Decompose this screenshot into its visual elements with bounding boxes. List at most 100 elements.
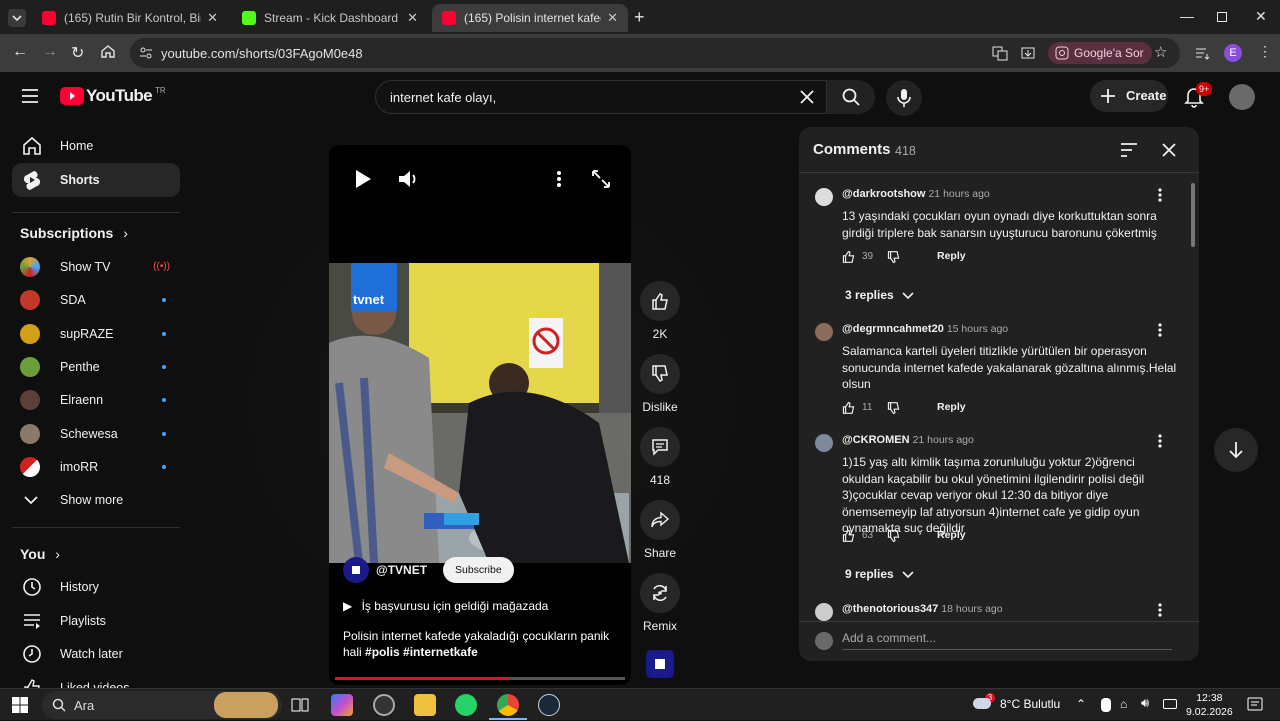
remix-button[interactable]: Remix <box>640 573 680 633</box>
sidebar-item-home[interactable]: Home <box>12 129 180 163</box>
commenter-avatar[interactable] <box>815 188 833 206</box>
browser-tab-2[interactable]: Stream - Kick Dashboard ✕ <box>232 4 428 32</box>
thumbs-up-icon[interactable] <box>842 529 855 542</box>
share-button[interactable]: Share <box>640 500 680 560</box>
steam-icon[interactable] <box>538 694 560 716</box>
thumbs-up-icon[interactable] <box>842 250 855 263</box>
voice-search-button[interactable] <box>886 80 922 116</box>
search-input[interactable]: internet kafe olayı, <box>390 90 496 105</box>
thumbs-down-icon[interactable] <box>887 530 900 543</box>
commenter-avatar[interactable] <box>815 603 833 621</box>
minimize-icon[interactable]: — <box>1180 8 1194 24</box>
close-tab-icon[interactable]: ✕ <box>607 10 618 26</box>
close-icon[interactable] <box>1162 143 1176 157</box>
thumbs-down-icon[interactable] <box>887 251 900 264</box>
fullscreen-icon[interactable] <box>591 167 611 191</box>
subscription-item[interactable]: SDA <box>12 285 180 315</box>
sidebar-item-watch-later[interactable]: Watch later <box>12 637 180 671</box>
view-replies-button[interactable]: 9 replies <box>845 567 914 581</box>
whatsapp-icon[interactable] <box>455 694 477 716</box>
view-replies-button[interactable]: 3 replies <box>845 288 914 302</box>
comment-time[interactable]: 21 hours ago <box>913 434 974 446</box>
commenter-name[interactable]: @CKROMEN <box>842 434 910 446</box>
site-info-icon[interactable] <box>139 46 153 60</box>
task-view-icon[interactable] <box>289 694 311 716</box>
video-frame[interactable]: tvnet <box>329 263 631 563</box>
more-options-icon[interactable] <box>1155 322 1165 338</box>
subscriptions-heading[interactable]: Subscriptions › <box>20 225 128 241</box>
add-comment-input[interactable]: Add a comment... <box>842 631 936 645</box>
search-highlight-image[interactable] <box>214 692 278 718</box>
profile-avatar[interactable]: E <box>1224 44 1242 62</box>
install-app-icon[interactable] <box>1020 45 1036 61</box>
taskbar-clock[interactable]: 12:38 9.02.2026 <box>1186 691 1233 719</box>
commenter-name[interactable]: @degrmncahmet20 <box>842 323 944 335</box>
home-browser-icon[interactable] <box>100 43 116 64</box>
more-options-icon[interactable] <box>555 167 563 191</box>
commenter-name[interactable]: @darkrootshow <box>842 188 925 200</box>
omnibox[interactable]: youtube.com/shorts/03FAgoM0e48 Google'a … <box>130 38 1180 68</box>
maximize-icon[interactable] <box>1217 12 1227 22</box>
account-avatar[interactable] <box>1229 84 1255 110</box>
volume-icon[interactable] <box>397 167 419 191</box>
video-progress-bar[interactable] <box>335 677 625 680</box>
reply-button[interactable]: Reply <box>937 529 966 541</box>
google-sor-button[interactable]: Google'a Sor <box>1048 42 1152 64</box>
commenter-name[interactable]: @thenotorious347 <box>842 603 938 615</box>
chevron-up-icon[interactable]: ⌃ <box>1076 697 1086 711</box>
subscription-item[interactable]: Schewesa <box>12 419 180 449</box>
comment-time[interactable]: 15 hours ago <box>947 323 1008 335</box>
shorts-video-player[interactable]: tvnet @TVNET Subscribe ▶ İş başvurusu iç… <box>329 145 631 685</box>
next-video-button[interactable] <box>1214 428 1258 472</box>
you-heading[interactable]: You › <box>20 546 60 562</box>
sidebar-item-history[interactable]: History <box>12 570 180 604</box>
hamburger-menu-icon[interactable] <box>20 88 40 104</box>
browser-tab-1[interactable]: (165) Rutin Bir Kontrol, Bir Anda ✕ <box>32 4 228 32</box>
subscription-item[interactable]: Show TV ((•)) <box>12 252 180 282</box>
comments-scrollbar[interactable] <box>1191 179 1196 609</box>
search-button[interactable] <box>827 80 875 114</box>
thumbs-up-icon[interactable] <box>842 401 855 414</box>
reply-button[interactable]: Reply <box>937 401 966 413</box>
microphone-tray-icon[interactable] <box>1101 698 1111 712</box>
sidebar-item-shorts[interactable]: Shorts <box>12 163 180 197</box>
more-options-icon[interactable] <box>1155 603 1165 618</box>
subscription-item[interactable]: Penthe <box>12 352 180 382</box>
more-options-icon[interactable] <box>1155 433 1165 449</box>
translate-icon[interactable] <box>992 45 1008 61</box>
comment-time[interactable]: 21 hours ago <box>928 188 989 200</box>
subscription-item[interactable]: imoRR <box>12 452 180 482</box>
reply-button[interactable]: Reply <box>937 250 966 262</box>
weather-text[interactable]: 8°C Bulutlu <box>1000 697 1060 711</box>
network-tray-icon[interactable] <box>1163 699 1177 709</box>
new-tab-icon[interactable]: + <box>634 7 645 28</box>
taskbar-search[interactable]: Ara <box>42 691 282 719</box>
like-button[interactable]: 2K <box>640 281 680 341</box>
browser-menu-icon[interactable]: ⋮ <box>1258 43 1272 60</box>
thumbs-down-icon[interactable] <box>887 402 900 415</box>
scrollbar-thumb[interactable] <box>1191 183 1195 247</box>
commenter-avatar[interactable] <box>815 434 833 452</box>
browser-tab-3-active[interactable]: (165) Polisin internet kafede yak ✕ <box>432 4 628 32</box>
youtube-logo[interactable]: YouTube TR <box>60 86 166 106</box>
close-window-icon[interactable]: ✕ <box>1255 8 1267 25</box>
suggested-video-link[interactable]: ▶ İş başvurusu için geldiği mağazada <box>343 599 548 613</box>
notifications-tray-icon[interactable] <box>1247 697 1263 713</box>
subscribe-button[interactable]: Subscribe <box>443 557 514 583</box>
subscription-item[interactable]: Elraenn <box>12 385 180 415</box>
sort-icon[interactable] <box>1120 142 1138 158</box>
reading-list-icon[interactable] <box>1194 45 1210 61</box>
channel-name[interactable]: @TVNET <box>376 563 427 577</box>
close-tab-icon[interactable]: ✕ <box>207 10 218 26</box>
dislike-button[interactable]: Dislike <box>640 354 680 414</box>
volume-tray-icon[interactable]: 🔊︎ <box>1141 695 1149 711</box>
create-button[interactable]: Create <box>1090 80 1168 112</box>
search-box[interactable]: internet kafe olayı, <box>375 80 827 114</box>
show-more-button[interactable]: Show more <box>12 485 180 515</box>
back-icon[interactable]: ← <box>12 43 28 61</box>
play-icon[interactable] <box>353 167 373 191</box>
bookmark-star-icon[interactable]: ☆ <box>1154 43 1167 61</box>
reload-icon[interactable]: ↻ <box>71 43 84 63</box>
copilot-icon[interactable] <box>331 694 353 716</box>
forward-icon[interactable]: → <box>42 43 58 61</box>
